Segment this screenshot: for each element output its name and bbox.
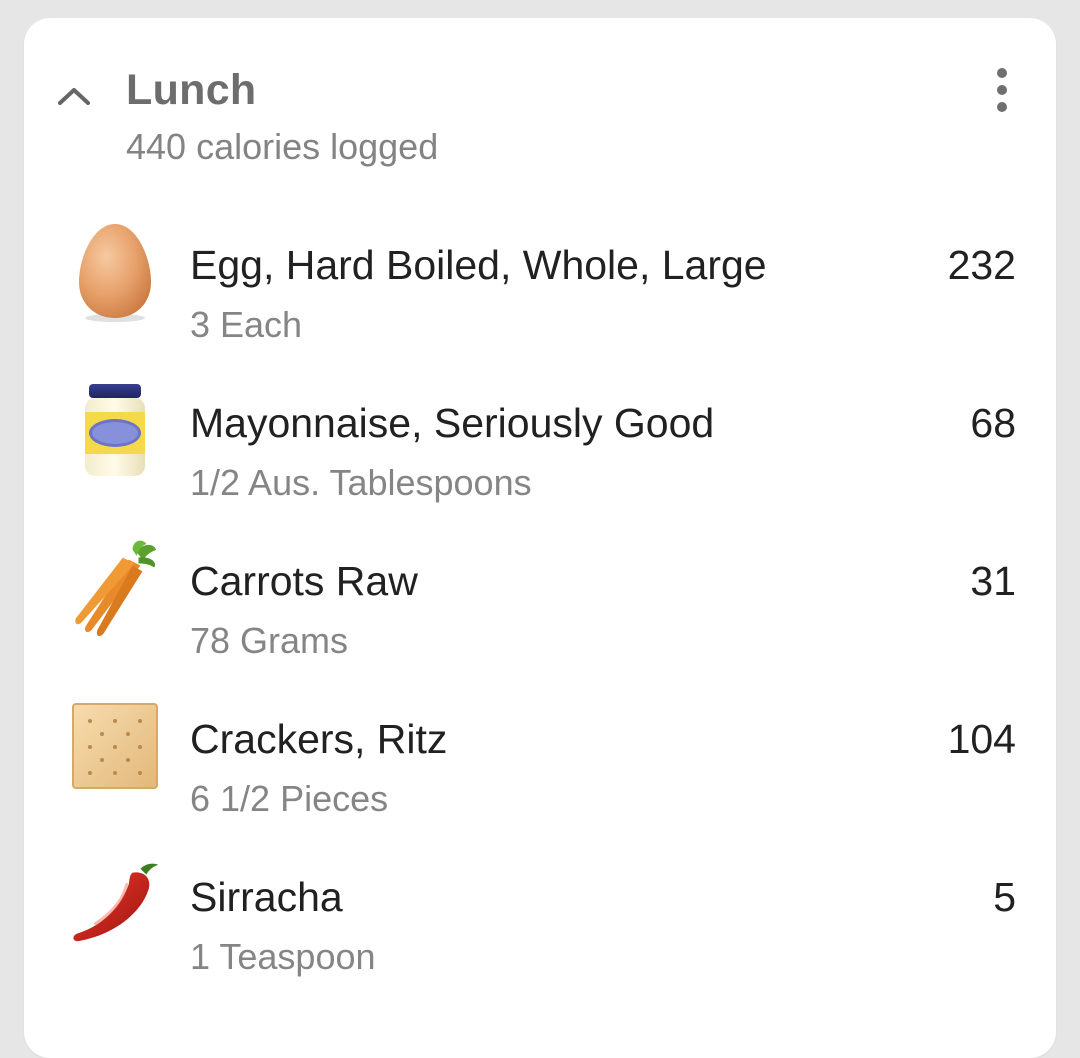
food-quantity: 1 Teaspoon	[190, 936, 376, 977]
food-item-mayonnaise[interactable]: Mayonnaise, Seriously Good 1/2 Aus. Tabl…	[24, 374, 1056, 532]
food-quantity: 3 Each	[190, 304, 303, 345]
food-calories: 5	[993, 874, 1016, 920]
food-name: Carrots Raw	[190, 558, 418, 604]
food-list: Egg, Hard Boiled, Whole, Large 3 Each 23…	[24, 216, 1056, 1006]
food-name: Mayonnaise, Seriously Good	[190, 400, 715, 446]
food-calories: 232	[947, 242, 1016, 288]
food-quantity: 1/2 Aus. Tablespoons	[190, 462, 532, 503]
food-quantity: 6 1/2 Pieces	[190, 778, 389, 819]
food-name: Egg, Hard Boiled, Whole, Large	[190, 242, 767, 288]
collapse-button[interactable]	[54, 76, 94, 116]
meal-calories-summary: 440 calories logged	[126, 126, 439, 167]
food-name: Sirracha	[190, 874, 343, 920]
carrot-icon	[68, 532, 162, 644]
chevron-up-icon	[58, 88, 90, 105]
more-options-dot	[997, 102, 1007, 112]
food-item-sirracha[interactable]: Sirracha 1 Teaspoon 5	[24, 848, 1056, 1006]
more-options-button[interactable]	[982, 62, 1022, 118]
egg-icon	[68, 216, 162, 328]
food-item-carrots[interactable]: Carrots Raw 78 Grams 31	[24, 532, 1056, 690]
food-calories: 68	[970, 400, 1016, 446]
food-item-crackers[interactable]: Crackers, Ritz 6 1/2 Pieces 104	[24, 690, 1056, 848]
food-name: Crackers, Ritz	[190, 716, 448, 762]
food-item-egg[interactable]: Egg, Hard Boiled, Whole, Large 3 Each 23…	[24, 216, 1056, 374]
cracker-icon	[68, 690, 162, 802]
more-options-icon	[997, 68, 1007, 78]
more-options-dot	[997, 85, 1007, 95]
mayonnaise-jar-icon	[68, 374, 162, 486]
food-quantity: 78 Grams	[190, 620, 349, 661]
chili-pepper-icon	[68, 848, 162, 960]
meal-card: Lunch 440 calories logged Egg, Hard Boil…	[24, 18, 1056, 1058]
meal-title: Lunch	[126, 66, 257, 114]
food-calories: 31	[970, 558, 1016, 604]
food-calories: 104	[947, 716, 1016, 762]
